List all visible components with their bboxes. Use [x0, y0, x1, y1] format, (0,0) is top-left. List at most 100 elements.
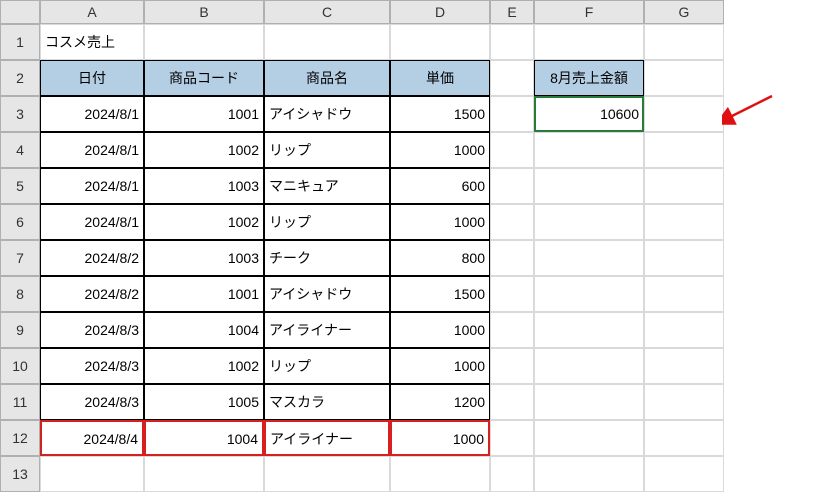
cell-B4[interactable]: 1002: [144, 132, 264, 168]
cell-C11[interactable]: マスカラ: [264, 384, 390, 420]
cell-F12[interactable]: [534, 420, 644, 456]
col-header-G[interactable]: G: [644, 0, 724, 24]
cell-G6[interactable]: [644, 204, 724, 240]
cell-A1[interactable]: コスメ売上: [40, 24, 144, 60]
cell-F13[interactable]: [534, 456, 644, 492]
select-all-corner[interactable]: [0, 0, 40, 24]
row-header-5[interactable]: 5: [0, 168, 40, 204]
cell-G13[interactable]: [644, 456, 724, 492]
cell-B12[interactable]: 1004: [144, 420, 264, 456]
cell-G7[interactable]: [644, 240, 724, 276]
cell-E2[interactable]: [490, 60, 534, 96]
cell-E3[interactable]: [490, 96, 534, 132]
cell-B5[interactable]: 1003: [144, 168, 264, 204]
cell-C9[interactable]: アイライナー: [264, 312, 390, 348]
cell-E7[interactable]: [490, 240, 534, 276]
col-header-A[interactable]: A: [40, 0, 144, 24]
cell-A2-header-date[interactable]: 日付: [40, 60, 144, 96]
cell-G8[interactable]: [644, 276, 724, 312]
cell-C4[interactable]: リップ: [264, 132, 390, 168]
cell-E11[interactable]: [490, 384, 534, 420]
cell-F7[interactable]: [534, 240, 644, 276]
cell-F10[interactable]: [534, 348, 644, 384]
cell-B7[interactable]: 1003: [144, 240, 264, 276]
cell-E13[interactable]: [490, 456, 534, 492]
cell-G5[interactable]: [644, 168, 724, 204]
cell-E9[interactable]: [490, 312, 534, 348]
row-header-8[interactable]: 8: [0, 276, 40, 312]
cell-C3[interactable]: アイシャドウ: [264, 96, 390, 132]
col-header-C[interactable]: C: [264, 0, 390, 24]
cell-A13[interactable]: [40, 456, 144, 492]
cell-E4[interactable]: [490, 132, 534, 168]
cell-F3-result[interactable]: 10600: [534, 96, 644, 132]
cell-B3[interactable]: 1001: [144, 96, 264, 132]
cell-A4[interactable]: 2024/8/1: [40, 132, 144, 168]
cell-E6[interactable]: [490, 204, 534, 240]
cell-D10[interactable]: 1000: [390, 348, 490, 384]
cell-D4[interactable]: 1000: [390, 132, 490, 168]
cell-B10[interactable]: 1002: [144, 348, 264, 384]
cell-E12[interactable]: [490, 420, 534, 456]
cell-C12[interactable]: アイライナー: [264, 420, 390, 456]
cell-D2-header-price[interactable]: 単価: [390, 60, 490, 96]
cell-A9[interactable]: 2024/8/3: [40, 312, 144, 348]
row-header-7[interactable]: 7: [0, 240, 40, 276]
row-header-6[interactable]: 6: [0, 204, 40, 240]
cell-B8[interactable]: 1001: [144, 276, 264, 312]
cell-A3[interactable]: 2024/8/1: [40, 96, 144, 132]
cell-E1[interactable]: [490, 24, 534, 60]
row-header-12[interactable]: 12: [0, 420, 40, 456]
cell-G2[interactable]: [644, 60, 724, 96]
cell-D1[interactable]: [390, 24, 490, 60]
cell-D13[interactable]: [390, 456, 490, 492]
cell-F6[interactable]: [534, 204, 644, 240]
cell-D11[interactable]: 1200: [390, 384, 490, 420]
cell-G9[interactable]: [644, 312, 724, 348]
cell-D7[interactable]: 800: [390, 240, 490, 276]
cell-E10[interactable]: [490, 348, 534, 384]
cell-A11[interactable]: 2024/8/3: [40, 384, 144, 420]
cell-B1[interactable]: [144, 24, 264, 60]
cell-F8[interactable]: [534, 276, 644, 312]
cell-G11[interactable]: [644, 384, 724, 420]
cell-A10[interactable]: 2024/8/3: [40, 348, 144, 384]
cell-B2-header-code[interactable]: 商品コード: [144, 60, 264, 96]
row-header-2[interactable]: 2: [0, 60, 40, 96]
cell-B6[interactable]: 1002: [144, 204, 264, 240]
spreadsheet-grid[interactable]: A B C D E F G 1 コスメ売上 2 日付 商品コード 商品名 単価 …: [0, 0, 834, 492]
cell-A7[interactable]: 2024/8/2: [40, 240, 144, 276]
cell-G4[interactable]: [644, 132, 724, 168]
row-header-11[interactable]: 11: [0, 384, 40, 420]
cell-B9[interactable]: 1004: [144, 312, 264, 348]
cell-A8[interactable]: 2024/8/2: [40, 276, 144, 312]
cell-D9[interactable]: 1000: [390, 312, 490, 348]
cell-D12[interactable]: 1000: [390, 420, 490, 456]
col-header-B[interactable]: B: [144, 0, 264, 24]
cell-C13[interactable]: [264, 456, 390, 492]
row-header-4[interactable]: 4: [0, 132, 40, 168]
cell-G10[interactable]: [644, 348, 724, 384]
cell-C10[interactable]: リップ: [264, 348, 390, 384]
cell-B11[interactable]: 1005: [144, 384, 264, 420]
row-header-9[interactable]: 9: [0, 312, 40, 348]
row-header-3[interactable]: 3: [0, 96, 40, 132]
cell-F2-header-august[interactable]: 8月売上金額: [534, 60, 644, 96]
cell-G1[interactable]: [644, 24, 724, 60]
row-header-13[interactable]: 13: [0, 456, 40, 492]
cell-F9[interactable]: [534, 312, 644, 348]
cell-D3[interactable]: 1500: [390, 96, 490, 132]
row-header-10[interactable]: 10: [0, 348, 40, 384]
cell-E8[interactable]: [490, 276, 534, 312]
cell-C2-header-name[interactable]: 商品名: [264, 60, 390, 96]
cell-D6[interactable]: 1000: [390, 204, 490, 240]
cell-F11[interactable]: [534, 384, 644, 420]
col-header-D[interactable]: D: [390, 0, 490, 24]
cell-B13[interactable]: [144, 456, 264, 492]
cell-G12[interactable]: [644, 420, 724, 456]
cell-D8[interactable]: 1500: [390, 276, 490, 312]
col-header-E[interactable]: E: [490, 0, 534, 24]
cell-F5[interactable]: [534, 168, 644, 204]
cell-A6[interactable]: 2024/8/1: [40, 204, 144, 240]
cell-F1[interactable]: [534, 24, 644, 60]
